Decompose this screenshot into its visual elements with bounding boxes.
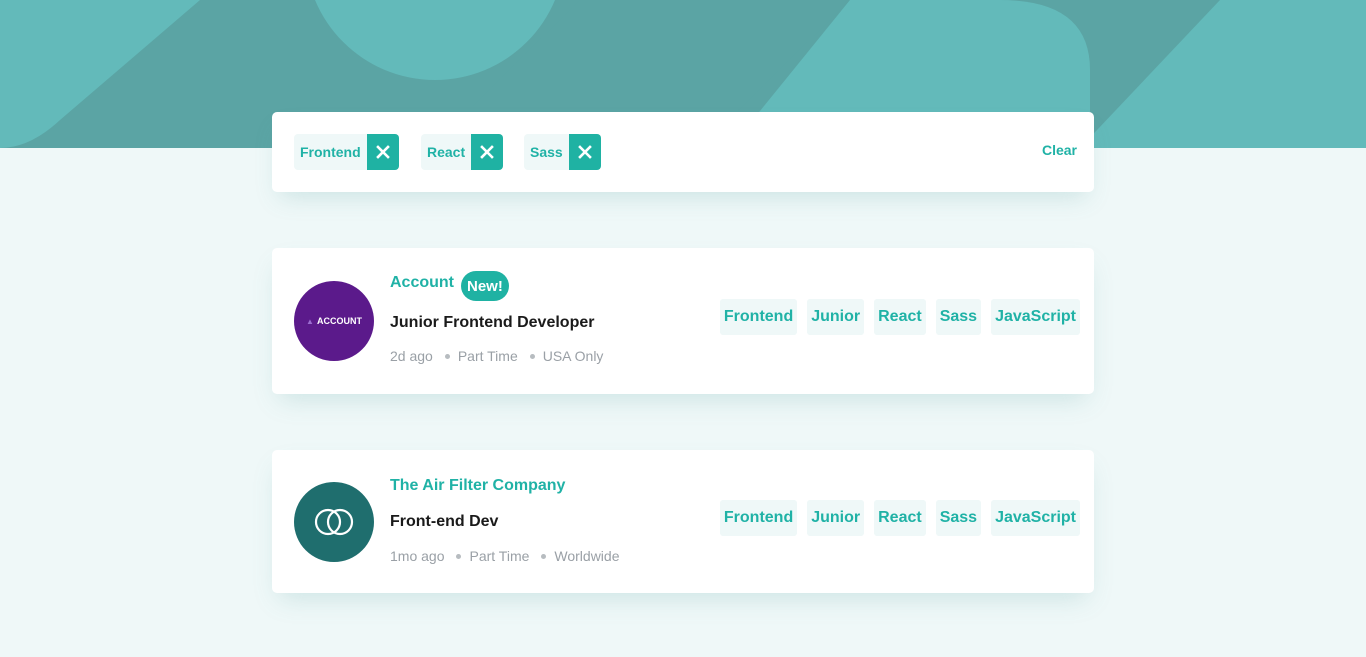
clear-button[interactable]: Clear (1042, 142, 1077, 158)
tag-sass[interactable]: Sass (935, 500, 982, 536)
filter-chip-sass: Sass (524, 134, 601, 170)
company-name: Account (390, 274, 454, 291)
job-position[interactable]: Front-end Dev (390, 513, 498, 531)
company-name: The Air Filter Company (390, 477, 566, 494)
filter-chip-label: Sass (524, 134, 569, 170)
tag-junior[interactable]: Junior (807, 299, 865, 335)
interlocking-rings-icon (294, 482, 374, 562)
dot-separator (541, 553, 547, 559)
close-icon[interactable] (568, 134, 601, 170)
posted-at: 1mo ago (390, 548, 445, 564)
job-card[interactable]: The Air Filter Company Front-end Dev 1mo… (272, 450, 1094, 593)
job-location: USA Only (542, 348, 604, 364)
job-meta: 1mo ago Part Time Worldwide (390, 548, 620, 564)
logo-text: ACCOUNT (316, 316, 362, 326)
tag-frontend[interactable]: Frontend (719, 500, 798, 536)
filter-chip-react: React (421, 134, 504, 170)
filter-chip-label: Frontend (294, 134, 367, 170)
close-icon[interactable] (471, 134, 504, 170)
close-icon[interactable] (366, 134, 399, 170)
job-position[interactable]: Junior Frontend Developer (390, 314, 594, 332)
job-location: Worldwide (554, 548, 620, 564)
dot-separator (444, 353, 450, 359)
tag-junior[interactable]: Junior (807, 500, 865, 536)
tag-sass[interactable]: Sass (935, 299, 982, 335)
tag-list: Frontend Junior React Sass JavaScript (719, 500, 1080, 536)
tag-react[interactable]: React (874, 500, 926, 536)
filter-bar: Frontend React Sass Clear (272, 112, 1094, 192)
tag-javascript[interactable]: JavaScript (991, 500, 1080, 536)
contract-type: Part Time (457, 348, 518, 364)
filter-chip-frontend: Frontend (294, 134, 399, 170)
triangle-icon: ▲ (306, 316, 314, 326)
tag-react[interactable]: React (874, 299, 926, 335)
contract-type: Part Time (469, 548, 530, 564)
tag-javascript[interactable]: JavaScript (991, 299, 1080, 335)
tag-frontend[interactable]: Frontend (719, 299, 798, 335)
company-logo-account: ▲ ACCOUNT (294, 281, 374, 361)
tag-list: Frontend Junior React Sass JavaScript (719, 299, 1080, 335)
job-card[interactable]: ▲ ACCOUNT Account New! Junior Frontend D… (272, 248, 1094, 394)
posted-at: 2d ago (390, 348, 433, 364)
filter-chip-label: React (421, 134, 472, 170)
dot-separator (456, 553, 462, 559)
job-meta: 2d ago Part Time USA Only (390, 348, 603, 364)
dot-separator (529, 353, 535, 359)
new-badge: New! (461, 271, 509, 301)
